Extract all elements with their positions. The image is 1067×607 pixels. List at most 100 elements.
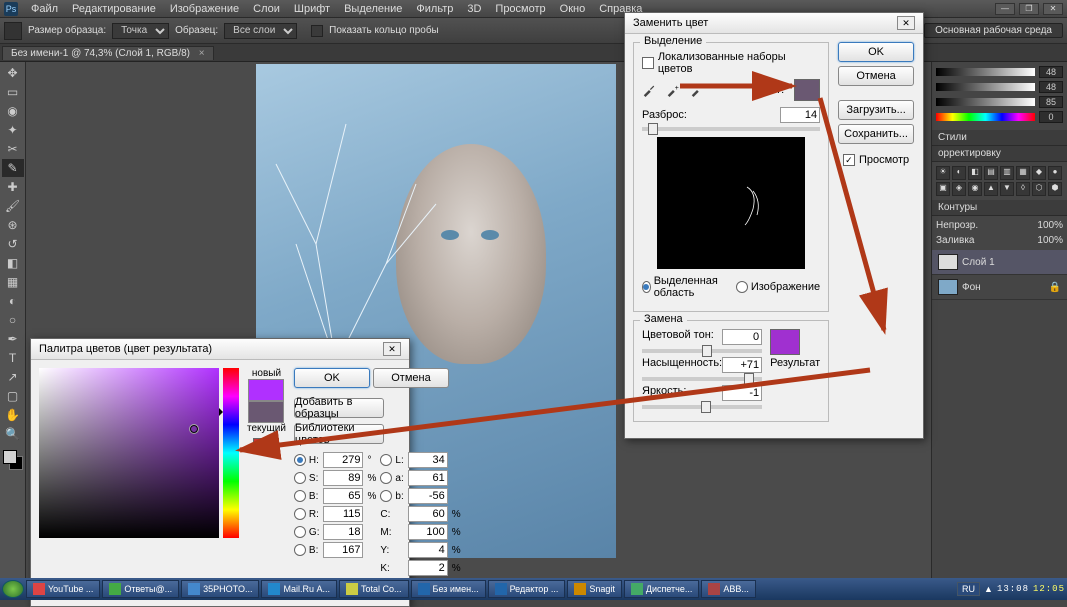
r-val[interactable]: 48	[1039, 66, 1063, 78]
adj-icon[interactable]: ◆	[1032, 166, 1046, 180]
menu-image[interactable]: Изображение	[163, 3, 246, 15]
layer-row-bg[interactable]: Фон🔒	[932, 275, 1067, 300]
sat-input[interactable]	[722, 357, 762, 373]
adj-icon[interactable]: ◐	[952, 166, 966, 180]
gamut-warning-icon[interactable]	[253, 438, 265, 450]
workspace-switcher[interactable]: Основная рабочая среда	[924, 23, 1063, 38]
lasso-tool[interactable]: ◉	[2, 102, 24, 120]
shape-tool[interactable]: ▢	[2, 387, 24, 405]
hue-input[interactable]	[722, 329, 762, 345]
close-tab-icon[interactable]: ×	[199, 48, 205, 59]
adj-icon[interactable]: ▣	[936, 182, 950, 196]
adj-icon[interactable]: ▥	[1000, 166, 1014, 180]
adj-icon[interactable]: ◈	[952, 182, 966, 196]
opacity-value[interactable]: 100%	[1037, 220, 1063, 231]
taskbar-item[interactable]: Mail.Ru А...	[261, 580, 337, 598]
adj-icon[interactable]: ▦	[1016, 166, 1030, 180]
add-swatch-button[interactable]: Добавить в образцы	[294, 398, 384, 418]
adj-icon[interactable]: ◉	[968, 182, 982, 196]
eyedropper-icon[interactable]	[642, 83, 656, 97]
b-input[interactable]	[408, 488, 448, 504]
type-tool[interactable]: T	[2, 349, 24, 367]
radio-selection[interactable]: Выделенная область	[642, 275, 726, 299]
pen-tool[interactable]: ✒	[2, 330, 24, 348]
bv-input[interactable]	[323, 542, 363, 558]
dodge-tool[interactable]: ○	[2, 311, 24, 329]
g-val[interactable]: 48	[1039, 81, 1063, 93]
show-ring-checkbox[interactable]	[311, 25, 323, 37]
current-tool-icon[interactable]	[4, 22, 22, 40]
start-button[interactable]	[2, 580, 24, 598]
adj-icon[interactable]: ▼	[1000, 182, 1014, 196]
adj-icon[interactable]: ◊	[1016, 182, 1030, 196]
menu-select[interactable]: Выделение	[337, 3, 409, 15]
radio-image[interactable]: Изображение	[736, 275, 820, 299]
preview-checkbox[interactable]: ✓	[843, 154, 855, 166]
hand-tool[interactable]: ✋	[2, 406, 24, 424]
taskbar-item[interactable]: Ответы@...	[102, 580, 179, 598]
ok-button[interactable]: OK	[838, 42, 914, 62]
new-color-swatch[interactable]	[248, 379, 284, 401]
load-button[interactable]: Загрузить...	[838, 100, 914, 120]
blur-tool[interactable]: ◐	[2, 292, 24, 310]
current-color-swatch[interactable]	[248, 401, 284, 423]
cancel-button[interactable]: Отмена	[838, 66, 914, 86]
fill-value[interactable]: 100%	[1037, 235, 1063, 246]
menu-view[interactable]: Просмотр	[488, 3, 552, 15]
adj-icon[interactable]: ⬢	[1048, 182, 1062, 196]
menu-filter[interactable]: Фильтр	[409, 3, 460, 15]
menu-edit[interactable]: Редактирование	[65, 3, 163, 15]
heal-tool[interactable]: ✚	[2, 178, 24, 196]
adj-icon[interactable]: ▲	[984, 182, 998, 196]
s-input[interactable]	[323, 470, 363, 486]
h-input[interactable]	[323, 452, 363, 468]
color-libs-button[interactable]: Библиотеки цветов	[294, 424, 384, 444]
m-input[interactable]	[408, 524, 448, 540]
taskbar-item[interactable]: 35PHOTO...	[181, 580, 259, 598]
document-tab[interactable]: Без имени-1 @ 74,3% (Слой 1, RGB/8) ×	[2, 46, 214, 60]
window-restore[interactable]: ❐	[1019, 3, 1039, 15]
path-tool[interactable]: ↗	[2, 368, 24, 386]
gradient-tool[interactable]: ▦	[2, 273, 24, 291]
light-input[interactable]	[722, 385, 762, 401]
adj-icon[interactable]: ●	[1048, 166, 1062, 180]
fgbg-colors[interactable]	[3, 450, 23, 470]
adj-icon[interactable]: ▤	[984, 166, 998, 180]
menu-3d[interactable]: 3D	[460, 3, 488, 15]
menu-layers[interactable]: Слои	[246, 3, 287, 15]
taskbar-item[interactable]: Total Co...	[339, 580, 409, 598]
k-input[interactable]	[408, 560, 448, 576]
l-input[interactable]	[408, 452, 448, 468]
b-val[interactable]: 85	[1039, 96, 1063, 108]
crop-tool[interactable]: ✂	[2, 140, 24, 158]
clock[interactable]: 13:08	[997, 584, 1029, 594]
wand-tool[interactable]: ✦	[2, 121, 24, 139]
channels-header[interactable]: Контуры	[932, 200, 1067, 216]
web-safe-icon[interactable]	[267, 438, 279, 450]
source-color-swatch[interactable]	[794, 79, 820, 101]
menu-file[interactable]: Файл	[24, 3, 65, 15]
marquee-tool[interactable]: ▭	[2, 83, 24, 101]
taskbar-item[interactable]: ABB...	[701, 580, 756, 598]
result-color-swatch[interactable]	[770, 329, 800, 355]
zoom-tool[interactable]: 🔍	[2, 425, 24, 443]
taskbar-item[interactable]: Редактор ...	[488, 580, 566, 598]
eyedropper-tool[interactable]: ✎	[2, 159, 24, 177]
hue-strip[interactable]	[223, 368, 239, 538]
layer-row[interactable]: Слой 1	[932, 250, 1067, 275]
close-icon[interactable]: ✕	[897, 16, 915, 30]
c-input[interactable]	[408, 506, 448, 522]
adj-icon[interactable]: ◧	[968, 166, 982, 180]
y-input[interactable]	[408, 542, 448, 558]
eyedropper-sub-icon[interactable]: -	[690, 83, 704, 97]
brush-tool[interactable]: 🖌	[2, 197, 24, 215]
eyedropper-add-icon[interactable]: +	[666, 83, 680, 97]
color-field[interactable]	[39, 368, 219, 538]
taskbar-item[interactable]: Диспетче...	[624, 580, 700, 598]
sat-slider[interactable]	[642, 377, 762, 381]
localized-checkbox[interactable]	[642, 57, 654, 69]
bval-input[interactable]	[323, 488, 363, 504]
window-minimize[interactable]: —	[995, 3, 1015, 15]
stamp-tool[interactable]: ⊛	[2, 216, 24, 234]
g-input[interactable]	[323, 524, 363, 540]
